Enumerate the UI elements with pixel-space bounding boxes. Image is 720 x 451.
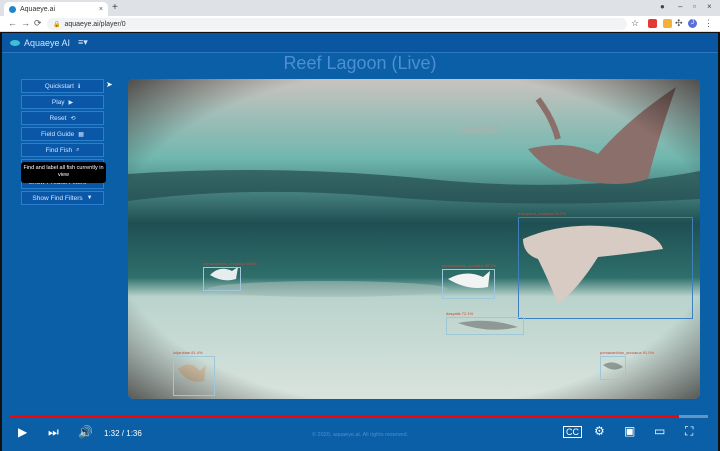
extension-folder-icon[interactable] bbox=[663, 19, 672, 28]
tab-title: Aquaeye.ai bbox=[20, 5, 56, 13]
sidebar-button-find-fish[interactable]: Find Fish ⌕ bbox=[21, 143, 104, 157]
seek-bar-played bbox=[10, 415, 679, 418]
sidebar-button-label: Quickstart bbox=[44, 82, 74, 90]
map-icon: ▦ bbox=[78, 131, 84, 138]
favicon-icon bbox=[9, 5, 16, 13]
detection-box[interactable] bbox=[203, 267, 241, 291]
control-sidebar: Quickstart ℹ Play ▶ Reset ⟲ Field Guide ▦ Find F… bbox=[21, 79, 104, 207]
browser-toolbar: ← → ⟳ 🔒 aquaeye.ai/player/0 ☆ ✣ J ⋮ bbox=[0, 16, 720, 32]
brand-text: Aquaeye AI bbox=[24, 37, 71, 48]
volume-icon[interactable]: 🔊 bbox=[78, 425, 93, 439]
top-navbar: Aquaeye AI ≡▾ bbox=[2, 33, 718, 53]
theater-mode-icon[interactable]: ▭ bbox=[654, 424, 665, 438]
detection-label: rhinoptera_bonasus 99.2% bbox=[518, 211, 566, 216]
tab-close-icon[interactable]: × bbox=[99, 6, 103, 13]
detection-label: pomacanthus_arcuatus 91.0% bbox=[600, 350, 655, 355]
sidebar-button-quickstart[interactable]: Quickstart ℹ bbox=[21, 79, 104, 93]
address-bar[interactable]: 🔒 aquaeye.ai/player/0 bbox=[47, 18, 627, 30]
bookmark-star-icon[interactable]: ☆ bbox=[631, 18, 639, 29]
info-icon: ℹ bbox=[77, 83, 81, 90]
detection-label: pomacanthus_arcuatus 98.6% bbox=[203, 261, 258, 266]
back-icon[interactable]: ← bbox=[8, 18, 17, 28]
menu-toggle-icon[interactable]: ≡▾ bbox=[78, 37, 88, 48]
sidebar-button-play[interactable]: Play ▶ bbox=[21, 95, 104, 109]
minimize-icon[interactable]: – bbox=[678, 2, 682, 11]
lock-icon: 🔒 bbox=[53, 21, 61, 28]
sidebar-button-show-find-filters[interactable]: Show Find Filters ▼ bbox=[21, 191, 104, 205]
sidebar-button-label: Show Find Filters bbox=[32, 194, 83, 202]
detection-box[interactable] bbox=[442, 269, 495, 299]
sidebar-button-reset[interactable]: Reset ⟲ bbox=[21, 111, 104, 125]
time-display: 1:32 / 1:36 bbox=[104, 429, 142, 438]
extensions-puzzle-icon[interactable]: ✣ bbox=[675, 18, 683, 29]
detection-box[interactable] bbox=[446, 317, 524, 335]
reload-icon[interactable]: ⟳ bbox=[34, 18, 42, 29]
search-icon: ⌕ bbox=[76, 146, 80, 153]
detection-label: lutjanidae 81.4% bbox=[173, 350, 203, 355]
play-icon: ▶ bbox=[68, 99, 74, 106]
detection-box[interactable] bbox=[173, 356, 215, 396]
url-text: aquaeye.ai/player/0 bbox=[64, 20, 126, 28]
find-fish-tooltip: Find and label all fish currently in vie… bbox=[21, 162, 106, 183]
sidebar-button-label: Play bbox=[51, 98, 65, 106]
play-icon[interactable]: ▶ bbox=[18, 425, 27, 439]
miniplayer-icon[interactable]: ▣ bbox=[624, 424, 635, 438]
brand-link[interactable]: Aquaeye AI bbox=[10, 38, 70, 48]
settings-gear-icon[interactable]: ⚙ bbox=[594, 424, 605, 438]
eye-logo-icon bbox=[10, 39, 20, 46]
forward-icon[interactable]: → bbox=[21, 18, 30, 28]
detection-label: pomacanthus_arcuatus 96.3% bbox=[442, 263, 497, 268]
app-root: Aquaeye AI ≡▾ Reef Lagoon (Live) Quickst… bbox=[2, 33, 718, 451]
detection-box[interactable] bbox=[518, 217, 693, 319]
profile-avatar[interactable]: J bbox=[688, 19, 697, 28]
live-video-feed[interactable]: pomacanthus_arcuatus 98.6% pomacanthus_a… bbox=[128, 79, 700, 399]
browser-menu-icon[interactable]: ⋮ bbox=[704, 18, 713, 29]
sidebar-button-label: Field Guide bbox=[41, 130, 75, 138]
sidebar-button-field-guide[interactable]: Field Guide ▦ bbox=[21, 127, 104, 141]
next-icon[interactable]: ⏭ bbox=[48, 425, 59, 440]
screen: Aquaeye.ai × + ● – ▫ × ← → ⟳ 🔒 aquaeye.a… bbox=[0, 0, 720, 451]
sidebar-button-label: Find Fish bbox=[45, 146, 73, 154]
maximize-icon[interactable]: ▫ bbox=[693, 2, 696, 11]
extension-shield-icon[interactable] bbox=[648, 19, 657, 28]
mouse-cursor-icon: ➤ bbox=[106, 80, 113, 89]
filter-icon: ▼ bbox=[86, 195, 93, 201]
new-tab-button[interactable]: + bbox=[112, 2, 118, 13]
sidebar-button-label: Reset bbox=[49, 114, 67, 122]
close-window-icon[interactable]: × bbox=[707, 2, 712, 11]
captions-icon[interactable]: CC bbox=[563, 426, 582, 438]
fullscreen-icon[interactable]: ⛶ bbox=[685, 424, 693, 439]
detection-box[interactable] bbox=[600, 356, 626, 380]
detection-label: dasyatis 72.1% bbox=[446, 311, 474, 316]
page-title: Reef Lagoon (Live) bbox=[283, 53, 437, 73]
browser-tab-bar: Aquaeye.ai × + ● – ▫ × bbox=[0, 0, 720, 16]
profile-dot-icon[interactable]: ● bbox=[660, 2, 665, 11]
reset-icon: ⟲ bbox=[70, 115, 76, 122]
seek-bar[interactable] bbox=[10, 415, 708, 418]
browser-tab[interactable]: Aquaeye.ai × bbox=[4, 2, 108, 16]
